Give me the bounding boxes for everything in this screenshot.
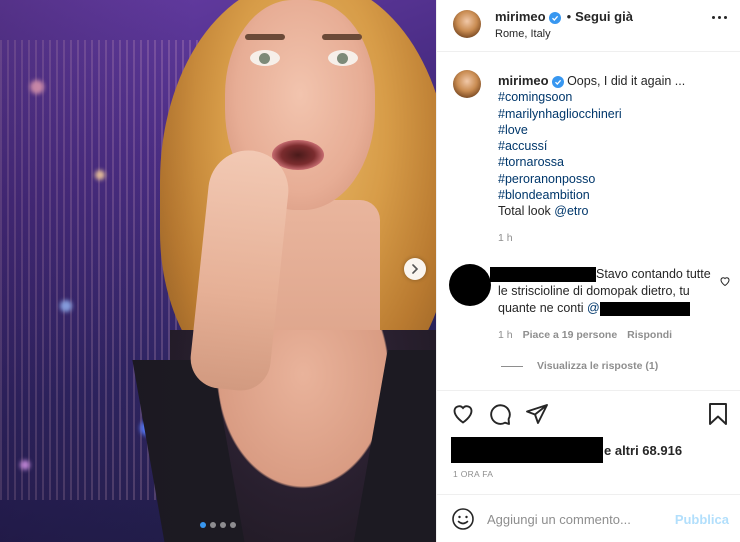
carousel-dot <box>210 522 216 528</box>
hashtag-link[interactable]: #accussí <box>498 138 728 154</box>
more-options-button[interactable] <box>712 16 727 19</box>
location-link[interactable]: Rome, Italy <box>495 28 551 40</box>
carousel-dot <box>200 522 206 528</box>
next-slide-button[interactable] <box>404 258 426 280</box>
emoji-icon[interactable] <box>451 507 475 531</box>
caption-body: Oops, I did it again ... <box>567 74 686 88</box>
dot-icon <box>718 16 721 19</box>
redacted-username[interactable] <box>490 267 596 283</box>
carousel-indicator <box>200 522 236 528</box>
comment-input[interactable] <box>487 508 667 530</box>
redacted-mention[interactable] <box>599 301 690 316</box>
add-comment-bar: Pubblica <box>437 494 740 542</box>
likes-count: e altri 68.916 <box>604 442 683 458</box>
dot-icon <box>724 16 727 19</box>
comment-timestamp[interactable]: 1 h <box>498 329 513 341</box>
redacted-liker <box>451 437 603 463</box>
comment-text: Stavo contando tutte le striscioline di … <box>490 266 713 317</box>
heart-icon[interactable] <box>719 275 731 287</box>
hashtag-link[interactable]: #marilynhagliocchineri <box>498 106 728 122</box>
caption-text: mirimeo Oops, I did it again ... #coming… <box>498 73 728 220</box>
hashtag-link[interactable]: #comingsoon <box>498 89 728 105</box>
hashtag-link[interactable]: #peroranonposso <box>498 171 728 187</box>
photo-shading <box>0 0 436 542</box>
heart-icon[interactable] <box>451 402 475 426</box>
avatar[interactable] <box>453 70 481 98</box>
hashtag-link[interactable]: #love <box>498 122 728 138</box>
view-replies-button[interactable]: Visualizza le risposte (1) <box>501 360 658 372</box>
total-look-label: Total look <box>498 204 555 219</box>
mention-at[interactable]: @ <box>587 301 600 315</box>
share-icon[interactable] <box>525 402 549 426</box>
redacted-avatar[interactable] <box>449 264 491 306</box>
post-timestamp[interactable]: 1 ORA FA <box>453 469 493 479</box>
header-title-line: mirimeo • Segui già <box>495 9 633 24</box>
hashtag-link[interactable]: #blondeambition <box>498 187 728 203</box>
comment-likes-link[interactable]: Piace a 19 persone <box>523 329 618 341</box>
following-button[interactable]: Segui già <box>575 9 633 24</box>
caption-timestamp[interactable]: 1 h <box>498 232 513 244</box>
separator-dot: • <box>566 9 572 24</box>
avatar[interactable] <box>453 10 481 38</box>
caption-username[interactable]: mirimeo <box>498 73 549 88</box>
view-replies-label: Visualizza le risposte (1) <box>537 360 659 372</box>
post-sidebar: mirimeo • Segui già Rome, Italy mirimeo Oo… <box>436 0 740 542</box>
verified-badge-icon <box>551 76 564 88</box>
dot-icon <box>712 16 715 19</box>
username-link[interactable]: mirimeo <box>495 9 546 24</box>
post-header: mirimeo • Segui già Rome, Italy <box>437 0 740 52</box>
publish-button[interactable]: Pubblica <box>675 512 729 527</box>
hashtag-list: #comingsoon #marilynhagliocchineri #love #a… <box>498 89 728 203</box>
chevron-right-icon <box>412 264 419 274</box>
hashtag-link[interactable]: #tornarossa <box>498 154 728 170</box>
mention-link[interactable]: @etro <box>554 204 588 218</box>
action-bar <box>437 390 740 436</box>
divider-line <box>501 365 523 367</box>
likes-summary[interactable]: e altri 68.916 <box>451 437 682 463</box>
carousel-dot <box>220 522 226 528</box>
comment-meta: 1 h Piace a 19 persone Rispondi <box>498 329 672 341</box>
carousel-dot <box>230 522 236 528</box>
reply-button[interactable]: Rispondi <box>627 329 672 341</box>
comment-icon[interactable] <box>488 402 512 426</box>
bookmark-icon[interactable] <box>707 402 729 426</box>
verified-badge-icon <box>548 12 561 24</box>
post-photo[interactable] <box>0 0 436 542</box>
